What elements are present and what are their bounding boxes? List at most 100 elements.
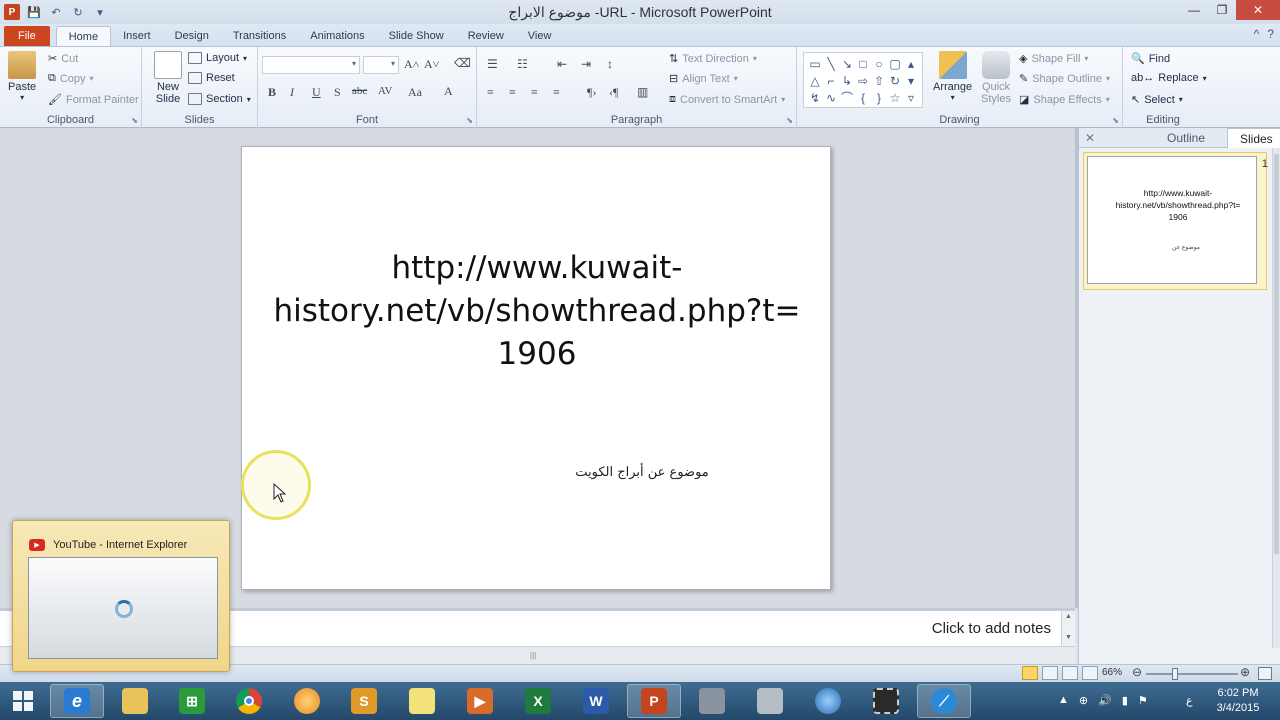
gallery-down-icon[interactable]: ▾ <box>903 72 919 89</box>
rectangle-shape-icon[interactable]: □ <box>855 55 871 72</box>
close-button[interactable]: ✕ <box>1236 0 1280 20</box>
taskbar-store[interactable]: ⊞ <box>165 684 219 718</box>
taskbar-chrome[interactable] <box>222 684 276 718</box>
normal-view-icon[interactable] <box>1022 666 1038 680</box>
zoom-out-icon[interactable]: ⊖ <box>1132 665 1142 679</box>
oval-shape-icon[interactable]: ○ <box>871 55 887 72</box>
bullets-icon[interactable]: ☰ <box>487 57 498 72</box>
change-case-icon[interactable]: Aa <box>408 85 422 100</box>
clock[interactable]: 6:02 PM 3/4/2015 <box>1208 686 1268 716</box>
slideshow-view-icon[interactable] <box>1082 666 1098 680</box>
slide-thumbnail-selected[interactable]: http://www.kuwait- history.net/vb/showth… <box>1083 152 1267 290</box>
taskbar-media[interactable]: ▶ <box>453 684 507 718</box>
line-spacing-icon[interactable]: ↕ <box>607 57 613 72</box>
notes-scrollbar[interactable]: ▲ ▼ <box>1061 611 1075 649</box>
redo-icon[interactable]: ↻ <box>70 4 86 20</box>
loop-shape-icon[interactable]: ↻ <box>887 72 903 89</box>
triangle-shape-icon[interactable]: △ <box>807 72 823 89</box>
paste-button[interactable]: Paste ▾ <box>8 51 36 102</box>
tab-file[interactable]: File <box>4 26 50 46</box>
layout-button[interactable]: Layout ▾ <box>188 52 247 64</box>
pane-scroll-thumb[interactable] <box>1274 154 1279 554</box>
taskbar-printer[interactable] <box>743 684 797 718</box>
gallery-up-icon[interactable]: ▴ <box>903 55 919 72</box>
slide-sorter-view-icon[interactable] <box>1042 666 1058 680</box>
reading-view-icon[interactable] <box>1062 666 1078 680</box>
input-language[interactable]: ع <box>1186 694 1193 707</box>
copy-button[interactable]: ⧉ Copy ▾ <box>48 72 94 85</box>
slide-canvas[interactable]: http://www.kuwait- history.net/vb/showth… <box>241 146 831 590</box>
customize-qat-icon[interactable]: ▾ <box>92 4 108 20</box>
volume-icon[interactable]: 🔊 <box>1098 694 1112 707</box>
tab-animations[interactable]: Animations <box>298 26 376 46</box>
flag-icon[interactable]: ⚑ <box>1138 694 1148 707</box>
font-launcher-icon[interactable]: ⬊ <box>466 116 473 125</box>
taskbar-snipping[interactable] <box>859 684 913 718</box>
notes-scroll-up-icon[interactable]: ▲ <box>1062 613 1075 620</box>
taskbar-snagit[interactable]: S <box>337 684 391 718</box>
font-size-dropdown-icon[interactable]: ▾ <box>391 59 395 68</box>
italic-icon[interactable]: I <box>290 85 294 100</box>
taskbar-sticky-notes[interactable] <box>395 684 449 718</box>
format-painter-button[interactable]: 🖌 Format Painter <box>48 93 139 107</box>
strikethrough-icon[interactable]: abc <box>352 85 367 97</box>
arrow-line-shape-icon[interactable]: ↘ <box>839 55 855 72</box>
powerpoint-logo-icon[interactable]: P <box>4 4 20 20</box>
font-name-field[interactable]: ▾ <box>262 56 360 74</box>
connector-shape-icon[interactable]: ↳ <box>839 72 855 89</box>
tab-outline[interactable]: Outline <box>1167 128 1205 148</box>
tab-slides[interactable]: Slides <box>1227 128 1280 148</box>
slide-subtitle-placeholder[interactable]: موضوع عن أبراج الكويت <box>242 465 832 480</box>
save-icon[interactable]: 💾 <box>26 4 42 20</box>
taskbar-app-orange[interactable] <box>280 684 334 718</box>
start-button[interactable] <box>0 684 46 718</box>
scroll-grip-icon[interactable]: ||| <box>530 651 536 660</box>
select-button[interactable]: ↖ Select ▾ <box>1131 93 1183 107</box>
elbow-shape-icon[interactable]: ⌐ <box>823 72 839 89</box>
replace-button[interactable]: ab↔ Replace ▾ <box>1131 72 1207 84</box>
zoom-level[interactable]: 66% <box>1102 667 1122 678</box>
help-icon[interactable]: ? <box>1267 27 1274 41</box>
shape-fill-button[interactable]: ◈ Shape Fill ▾ <box>1019 52 1088 66</box>
zoom-slider-knob[interactable] <box>1172 668 1178 680</box>
slide-title-placeholder[interactable]: http://www.kuwait- history.net/vb/showth… <box>272 247 802 376</box>
up-arrow-shape-icon[interactable]: ⇧ <box>871 72 887 89</box>
pane-scrollbar[interactable] <box>1272 148 1280 648</box>
font-name-dropdown-icon[interactable]: ▾ <box>352 59 356 68</box>
align-left-icon[interactable]: ≡ <box>487 85 494 100</box>
tab-transitions[interactable]: Transitions <box>221 26 298 46</box>
power-icon[interactable]: ▮ <box>1122 694 1128 707</box>
columns-icon[interactable]: ▥ <box>637 85 648 100</box>
new-slide-button[interactable]: New Slide <box>148 51 188 105</box>
undo-icon[interactable]: ↶ <box>48 4 64 20</box>
taskbar-powerpoint[interactable]: P <box>627 684 681 718</box>
minimize-button[interactable]: — <box>1180 0 1208 20</box>
taskbar-scanner[interactable] <box>685 684 739 718</box>
tab-review[interactable]: Review <box>456 26 516 46</box>
section-button[interactable]: Section ▾ <box>188 93 251 105</box>
reset-button[interactable]: Reset <box>188 72 235 84</box>
left-brace-shape-icon[interactable]: { <box>855 89 871 106</box>
rounded-rect-shape-icon[interactable]: ▢ <box>887 55 903 72</box>
zoom-slider[interactable] <box>1146 673 1238 675</box>
tab-view[interactable]: View <box>516 26 564 46</box>
align-center-icon[interactable]: ≡ <box>509 85 516 100</box>
tab-slide-show[interactable]: Slide Show <box>377 26 456 46</box>
shapes-gallery[interactable]: ▭ ╲ ↘ □ ○ ▢ ▴ △ ⌐ ↳ ⇨ ⇧ ↻ ▾ ↯ ∿ ⌒ { } ☆ … <box>803 52 923 108</box>
tab-home[interactable]: Home <box>55 26 112 46</box>
notes-scroll-down-icon[interactable]: ▼ <box>1062 634 1075 641</box>
textbox-shape-icon[interactable]: ▭ <box>807 55 823 72</box>
tray-expand-icon[interactable]: ▲ <box>1058 694 1069 707</box>
fit-to-window-icon[interactable] <box>1258 667 1272 680</box>
tab-design[interactable]: Design <box>163 26 221 46</box>
taskbar-app-blue[interactable]: ⟋ <box>917 684 971 718</box>
slide-thumbnail[interactable]: http://www.kuwait- history.net/vb/showth… <box>1087 156 1257 284</box>
left-to-right-icon[interactable]: ¶› <box>587 85 596 100</box>
gallery-more-icon[interactable]: ▿ <box>903 89 919 106</box>
bold-icon[interactable]: B <box>268 85 276 100</box>
notes-placeholder[interactable]: Click to add notes <box>932 620 1051 637</box>
popup-preview-thumbnail[interactable] <box>28 557 218 659</box>
find-button[interactable]: 🔍 Find <box>1131 52 1170 66</box>
font-size-field[interactable]: ▾ <box>363 56 399 74</box>
align-right-icon[interactable]: ≡ <box>531 85 538 100</box>
